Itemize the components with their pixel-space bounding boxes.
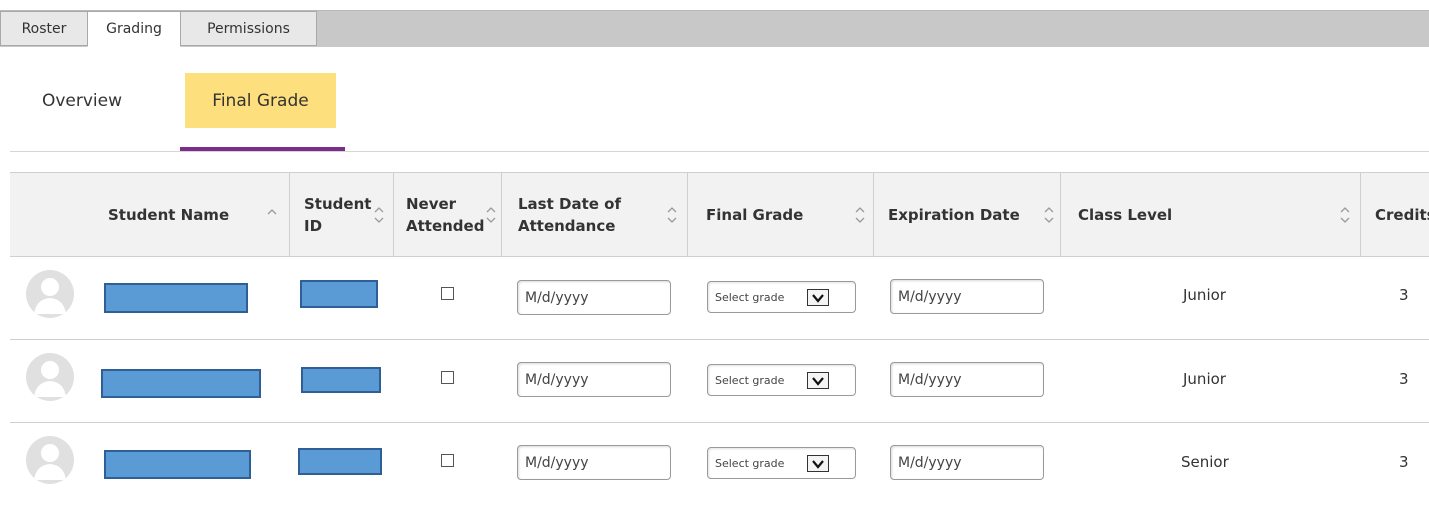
table-row: M/d/yyyy Select grade M/d/yyyy Junior 3 — [10, 256, 1429, 340]
col-class-level-label: Class Level — [1078, 205, 1173, 224]
class-level-cell: Senior — [1181, 453, 1229, 471]
tab-grading[interactable]: Grading — [87, 11, 181, 47]
redacted-student-name — [104, 450, 251, 479]
chevron-down-icon[interactable] — [807, 289, 829, 306]
grades-table-header: Student Name Student ID Never Attended Las… — [10, 172, 1429, 257]
chevron-down-icon[interactable] — [807, 455, 829, 472]
sort-up-icon[interactable] — [267, 203, 277, 227]
sort-toggle-icon[interactable] — [486, 203, 496, 227]
user-silhouette-icon — [34, 444, 66, 480]
col-class-level[interactable]: Class Level — [1061, 173, 1361, 256]
last-attendance-date-input[interactable]: M/d/yyyy — [517, 362, 671, 397]
sort-toggle-icon[interactable] — [855, 203, 865, 227]
col-expiration-date[interactable]: Expiration Date — [874, 173, 1061, 256]
never-attended-checkbox[interactable] — [441, 287, 454, 300]
col-student-name-label: Student Name — [108, 205, 230, 224]
expiration-date-input[interactable]: M/d/yyyy — [890, 362, 1044, 397]
redacted-student-id — [301, 367, 381, 393]
col-student-id-label: Student ID — [304, 194, 372, 235]
col-final-grade-label: Final Grade — [706, 205, 804, 224]
final-grade-select[interactable]: Select grade — [707, 447, 856, 479]
table-row: M/d/yyyy Select grade M/d/yyyy Junior 3 — [10, 339, 1429, 423]
class-level-cell: Junior — [1183, 370, 1226, 388]
col-credits-label: Credits — [1375, 205, 1429, 224]
last-attendance-date-input[interactable]: M/d/yyyy — [517, 280, 671, 315]
credits-cell: 3 — [1399, 370, 1409, 388]
col-student-id[interactable]: Student ID — [290, 173, 394, 256]
redacted-student-name — [104, 283, 248, 313]
chevron-down-icon[interactable] — [807, 372, 829, 389]
sort-toggle-icon[interactable] — [374, 203, 384, 227]
expiration-date-input[interactable]: M/d/yyyy — [890, 279, 1044, 314]
subtab-final-grade[interactable]: Final Grade — [185, 73, 336, 128]
credits-cell: 3 — [1399, 453, 1409, 471]
subtab-divider — [10, 151, 1429, 152]
final-grade-select-value: Select grade — [715, 290, 785, 304]
col-expiration-date-label: Expiration Date — [888, 205, 1020, 224]
sort-toggle-icon[interactable] — [1340, 203, 1350, 227]
final-grade-select[interactable]: Select grade — [707, 281, 856, 313]
table-row: M/d/yyyy Select grade M/d/yyyy Senior 3 — [10, 422, 1429, 505]
col-final-grade[interactable]: Final Grade — [688, 173, 874, 256]
avatar — [26, 270, 74, 318]
avatar — [26, 436, 74, 484]
col-credits[interactable]: Credits — [1361, 173, 1429, 256]
expiration-date-input[interactable]: M/d/yyyy — [890, 445, 1044, 480]
sort-toggle-icon[interactable] — [1044, 203, 1054, 227]
redacted-student-id — [298, 448, 382, 475]
class-level-cell: Junior — [1183, 286, 1226, 304]
final-grade-select[interactable]: Select grade — [707, 364, 856, 396]
col-never-attended[interactable]: Never Attended — [394, 173, 502, 256]
never-attended-checkbox[interactable] — [441, 371, 454, 384]
redacted-student-id — [300, 280, 378, 308]
tab-roster[interactable]: Roster — [0, 11, 88, 46]
col-last-date-label: Last Date of Attendance — [518, 194, 621, 235]
never-attended-checkbox[interactable] — [441, 454, 454, 467]
col-never-attended-label: Never Attended — [406, 194, 485, 235]
avatar — [26, 353, 74, 401]
tab-permissions[interactable]: Permissions — [180, 11, 317, 46]
col-last-date[interactable]: Last Date of Attendance — [502, 173, 688, 256]
user-silhouette-icon — [34, 278, 66, 314]
redacted-student-name — [101, 369, 261, 398]
subtab-overview[interactable]: Overview — [22, 73, 142, 128]
final-grade-select-value: Select grade — [715, 373, 785, 387]
final-grade-select-value: Select grade — [715, 456, 785, 470]
credits-cell: 3 — [1399, 286, 1409, 304]
col-student-name[interactable]: Student Name — [10, 173, 290, 256]
sort-toggle-icon[interactable] — [667, 203, 677, 227]
last-attendance-date-input[interactable]: M/d/yyyy — [517, 445, 671, 480]
user-silhouette-icon — [34, 361, 66, 397]
